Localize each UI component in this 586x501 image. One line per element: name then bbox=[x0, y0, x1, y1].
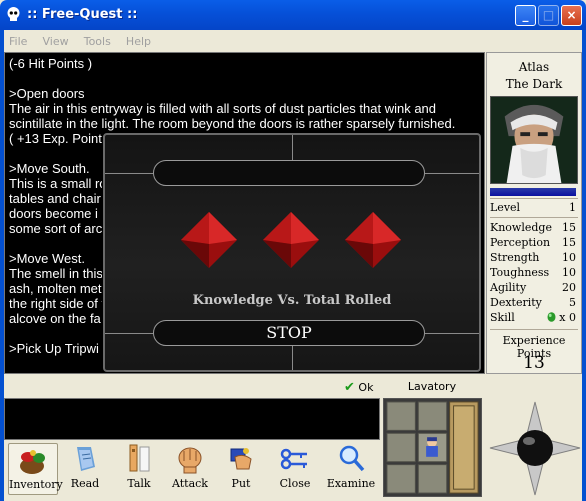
status-ok: ✔ Ok bbox=[344, 380, 373, 395]
character-panel: Atlas The Dark Level 1 Knowledge 15 Perc… bbox=[486, 52, 582, 374]
mini-map[interactable] bbox=[383, 398, 482, 497]
die-icon bbox=[263, 212, 319, 268]
stat-row: Skill x 0 bbox=[490, 310, 576, 325]
divider bbox=[490, 198, 578, 199]
stat-value: 15 bbox=[562, 221, 576, 234]
divider bbox=[292, 346, 293, 370]
stat-row: Strength 10 bbox=[490, 250, 576, 265]
experience-bar bbox=[490, 188, 576, 196]
close-button[interactable]: Close bbox=[272, 443, 318, 495]
divider bbox=[425, 173, 479, 174]
scroll-icon bbox=[77, 447, 95, 471]
room-name: Lavatory bbox=[407, 380, 457, 393]
roll-label: Knowledge Vs. Total Rolled bbox=[192, 293, 392, 308]
command-input[interactable] bbox=[4, 398, 380, 440]
die-icon bbox=[181, 212, 237, 268]
stat-label: Dexterity bbox=[490, 296, 542, 309]
stat-row: Dexterity 5 bbox=[490, 295, 576, 310]
menu-tools[interactable]: Tools bbox=[79, 32, 116, 48]
divider bbox=[105, 333, 153, 334]
toolbar-label: Examine bbox=[326, 477, 376, 490]
put-button[interactable]: Put bbox=[218, 443, 264, 495]
stat-label: Perception bbox=[490, 236, 551, 249]
minimize-button[interactable]: _ bbox=[515, 5, 536, 26]
read-button[interactable]: Read bbox=[62, 443, 108, 495]
stat-value: 15 bbox=[562, 236, 576, 249]
title-bar: :: Free-Quest :: _ □ × bbox=[0, 0, 586, 30]
toolbar-label: Talk bbox=[127, 477, 151, 490]
skull-icon bbox=[7, 7, 20, 21]
divider bbox=[490, 217, 578, 218]
stat-label: Knowledge bbox=[490, 221, 552, 234]
menu-bar: File View Tools Help bbox=[4, 30, 582, 50]
level-value: 1 bbox=[569, 201, 576, 214]
stat-row: Perception 15 bbox=[490, 235, 576, 250]
level-label: Level bbox=[490, 201, 521, 214]
die-icon bbox=[345, 212, 401, 268]
menu-file[interactable]: File bbox=[4, 32, 32, 48]
speech-icon bbox=[129, 444, 150, 472]
attack-button[interactable]: Attack bbox=[167, 443, 213, 495]
skill-value: x 0 bbox=[547, 310, 576, 325]
character-epithet: The Dark bbox=[505, 77, 563, 91]
inventory-button[interactable]: Inventory bbox=[8, 443, 63, 495]
stat-label: Skill bbox=[490, 311, 515, 324]
action-toolbar: Inventory Read Talk Attack Put Close Exa… bbox=[4, 441, 380, 497]
status-ok-label: Ok bbox=[358, 381, 374, 394]
stat-row: Agility 20 bbox=[490, 280, 576, 295]
stat-value: 5 bbox=[569, 296, 576, 309]
toolbar-label: Attack bbox=[172, 477, 208, 490]
gem-icon bbox=[547, 312, 556, 322]
player-icon bbox=[426, 437, 438, 457]
skill-count: x 0 bbox=[559, 311, 576, 324]
hand-drop-icon bbox=[230, 448, 252, 470]
stat-row: Knowledge 15 bbox=[490, 220, 576, 235]
window-frame-right bbox=[582, 30, 586, 501]
toolbar-label: Inventory bbox=[9, 478, 63, 491]
stat-label: Agility bbox=[490, 281, 527, 294]
character-portrait bbox=[490, 96, 578, 184]
toolbar-label: Put bbox=[231, 477, 251, 490]
divider bbox=[105, 173, 153, 174]
level-row: Level 1 bbox=[490, 200, 576, 215]
window-title: :: Free-Quest :: bbox=[27, 7, 138, 22]
menu-help[interactable]: Help bbox=[121, 32, 156, 48]
menu-view[interactable]: View bbox=[38, 32, 74, 48]
magnifier-icon bbox=[339, 445, 365, 472]
log-entry: (-6 Hit Points ) bbox=[9, 56, 93, 71]
stat-value: 10 bbox=[562, 266, 576, 279]
bag-icon bbox=[20, 450, 45, 474]
divider bbox=[490, 329, 578, 330]
stat-row: Toughness 10 bbox=[490, 265, 576, 280]
close-window-button[interactable]: × bbox=[561, 5, 582, 26]
talk-button[interactable]: Talk bbox=[116, 443, 162, 495]
check-icon: ✔ bbox=[344, 380, 355, 395]
stop-button[interactable]: STOP bbox=[153, 320, 425, 346]
keys-icon bbox=[280, 448, 307, 470]
examine-button[interactable]: Examine bbox=[324, 443, 378, 495]
maximize-button[interactable]: □ bbox=[538, 5, 559, 26]
toolbar-label: Read bbox=[70, 477, 100, 490]
fist-icon bbox=[178, 447, 202, 474]
roll-result-field bbox=[153, 160, 425, 186]
experience-value: 13 bbox=[523, 353, 545, 373]
stat-label: Strength bbox=[490, 251, 540, 264]
stat-label: Toughness bbox=[490, 266, 550, 279]
toolbar-label: Close bbox=[279, 477, 311, 490]
divider bbox=[292, 135, 293, 160]
divider bbox=[425, 333, 479, 334]
stat-value: 20 bbox=[562, 281, 576, 294]
dice-roll-dialog: Knowledge Vs. Total Rolled STOP bbox=[103, 133, 481, 372]
character-name: Atlas bbox=[518, 60, 550, 74]
stat-value: 10 bbox=[562, 251, 576, 264]
compass-navigation[interactable] bbox=[488, 400, 582, 497]
